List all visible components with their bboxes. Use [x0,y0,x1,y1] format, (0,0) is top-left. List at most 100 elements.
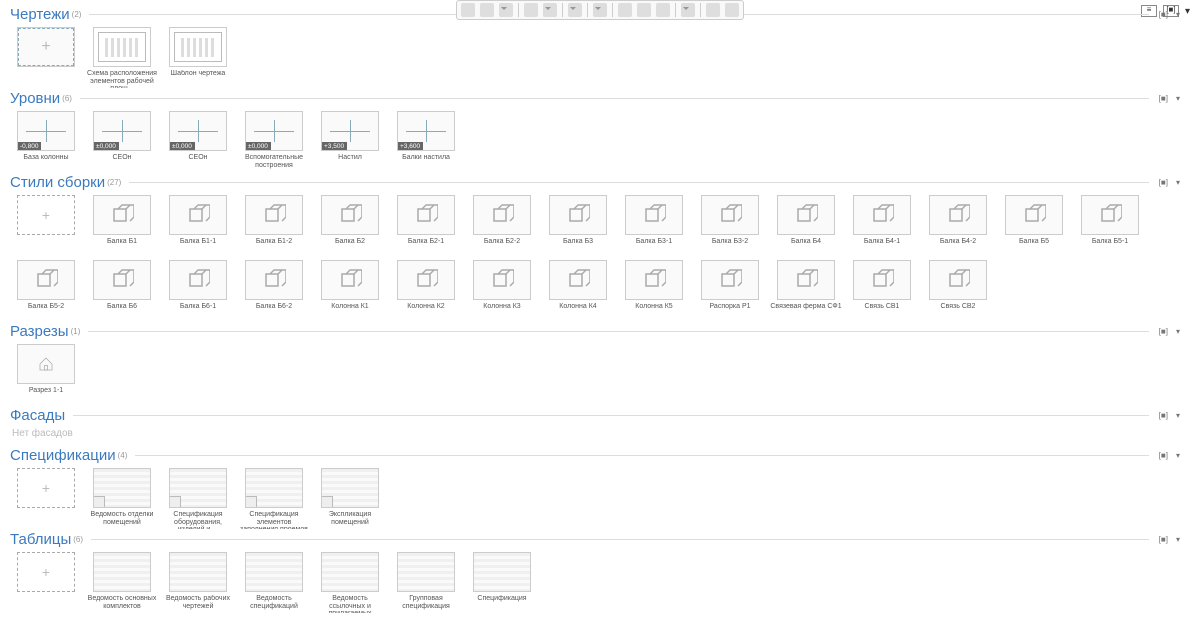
level-tile[interactable]: ±0,000Вспомогательные построения [238,111,310,172]
assembly-tile[interactable]: Балка Б1 [86,195,158,256]
table-label: Ведомость основных комплектов [86,595,158,613]
assembly-label: Балка Б6-1 [162,303,234,321]
assembly-label: Связь СВ1 [846,303,918,321]
toolbar-icon[interactable] [618,3,632,17]
assembly-tile[interactable]: Балка Б4-1 [846,195,918,256]
menu-caret[interactable]: ▾ [1176,451,1180,460]
assembly-tile[interactable]: Балка Б5 [998,195,1070,256]
dropdown-caret[interactable]: ▾ [1185,6,1190,17]
menu-caret[interactable]: ▾ [1176,327,1180,336]
assembly-tile[interactable]: Балка Б2 [314,195,386,256]
level-tile[interactable]: +3,600Балки настила [390,111,462,172]
assembly-tile[interactable]: Связь СВ2 [922,260,994,321]
collapse-icon[interactable]: [■] [1159,10,1168,19]
assembly-tile[interactable]: Связевая ферма СФ1 [770,260,842,321]
add-table-tile[interactable]: + [10,552,82,613]
table-tile[interactable]: Спецификация [466,552,538,613]
collapse-icon[interactable]: [■] [1159,94,1168,103]
drawing-tile[interactable]: Шаблон чертежа [162,27,234,88]
level-label: База колонны [10,154,82,172]
assembly-tile[interactable]: Балка Б3-2 [694,195,766,256]
assembly-tile[interactable]: Распорка Р1 [694,260,766,321]
level-tile[interactable]: +3,500Настил [314,111,386,172]
add-assembly-tile[interactable]: + [10,195,82,256]
assembly-tile[interactable]: Колонна К1 [314,260,386,321]
assembly-label: Колонна К2 [390,303,462,321]
collapse-icon[interactable]: [■] [1159,327,1168,336]
toolbar-icon[interactable] [681,3,695,17]
assembly-label: Балка Б6-2 [238,303,310,321]
assembly-tile[interactable]: Балка Б1-1 [162,195,234,256]
toolbar-icon[interactable] [593,3,607,17]
assembly-tile[interactable]: Колонна К4 [542,260,614,321]
menu-caret[interactable]: ▾ [1176,10,1180,19]
level-thumb: -0,800 [17,111,75,151]
toolbar-icon[interactable] [499,3,513,17]
assembly-thumb [701,195,759,235]
level-tile[interactable]: -0,800 База колонны [10,111,82,172]
spec-label: Спецификация элементов заполнения проемо… [238,511,310,529]
assembly-tile[interactable]: Балка Б4 [770,195,842,256]
collapse-icon[interactable]: [■] [1159,178,1168,187]
toolbar-icon[interactable] [568,3,582,17]
level-tile[interactable]: ±0,000СЕОн [86,111,158,172]
drawing-label: Схема расположения элементов рабочей пло… [86,70,158,88]
razrez-tile[interactable]: Разрез 1-1 [10,344,82,405]
spec-tile[interactable]: Ведомость отделки помещений [86,468,158,529]
section-header-levels: Уровни (6) [■]▾ [10,90,1180,107]
toolbar-icon[interactable] [524,3,538,17]
table-thumb [169,552,227,592]
assembly-tile[interactable]: Балка Б5-1 [1074,195,1146,256]
assembly-tile[interactable]: Балка Б6-1 [162,260,234,321]
spec-thumb [169,468,227,508]
section-title: Таблицы [10,531,71,548]
assembly-tile[interactable]: Балка Б6-2 [238,260,310,321]
assembly-tile[interactable]: Балка Б1-2 [238,195,310,256]
assembly-thumb [321,195,379,235]
toolbar-icon[interactable] [706,3,720,17]
level-tag: ±0,000 [245,142,271,151]
assembly-tile[interactable]: Колонна К2 [390,260,462,321]
toolbar-icon[interactable] [480,3,494,17]
spec-tile[interactable]: Экспликация помещений [314,468,386,529]
assembly-thumb [929,260,987,300]
table-thumb [245,552,303,592]
table-tile[interactable]: Ведомость рабочих чертежей [162,552,234,613]
toolbar-icon[interactable] [461,3,475,17]
assembly-tile[interactable]: Колонна К3 [466,260,538,321]
assembly-tile[interactable]: Балка Б3 [542,195,614,256]
add-spec-tile[interactable]: + [10,468,82,529]
spec-tile[interactable]: Спецификация элементов заполнения проемо… [238,468,310,529]
spec-tile[interactable]: Спецификация оборудования, изделий и ... [162,468,234,529]
assembly-tile[interactable]: Балка Б2-1 [390,195,462,256]
assembly-tile[interactable]: Балка Б3-1 [618,195,690,256]
toolbar-icon[interactable] [637,3,651,17]
assembly-tile[interactable]: Балка Б2-2 [466,195,538,256]
table-label: Ведомость спецификаций [238,595,310,613]
assembly-tile[interactable]: Колонна К5 [618,260,690,321]
drawing-tile[interactable]: Схема расположения элементов рабочей пло… [86,27,158,88]
menu-caret[interactable]: ▾ [1176,411,1180,420]
menu-caret[interactable]: ▾ [1176,94,1180,103]
toolbar-icon[interactable] [656,3,670,17]
table-tile[interactable]: Ведомость спецификаций [238,552,310,613]
assembly-label: Балка Б3-2 [694,238,766,256]
assembly-tile[interactable]: Балка Б6 [86,260,158,321]
table-tile[interactable]: Групповая спецификация [390,552,462,613]
assembly-tile[interactable]: Балка Б5-2 [10,260,82,321]
collapse-icon[interactable]: [■] [1159,451,1168,460]
table-tile[interactable]: Ведомость основных комплектов [86,552,158,613]
menu-caret[interactable]: ▾ [1176,178,1180,187]
toolbar-icon[interactable] [725,3,739,17]
menu-caret[interactable]: ▾ [1176,535,1180,544]
table-thumb [397,552,455,592]
add-drawing-tile[interactable]: + [10,27,82,88]
assembly-tile[interactable]: Балка Б4-2 [922,195,994,256]
collapse-icon[interactable]: [■] [1159,535,1168,544]
assembly-tile[interactable]: Связь СВ1 [846,260,918,321]
table-tile[interactable]: Ведомость ссылочных и прилагаемых докуме… [314,552,386,613]
level-tile[interactable]: ±0,000СЕОн [162,111,234,172]
collapse-icon[interactable]: [■] [1159,411,1168,420]
assembly-label: Балка Б1 [86,238,158,256]
toolbar-icon[interactable] [543,3,557,17]
